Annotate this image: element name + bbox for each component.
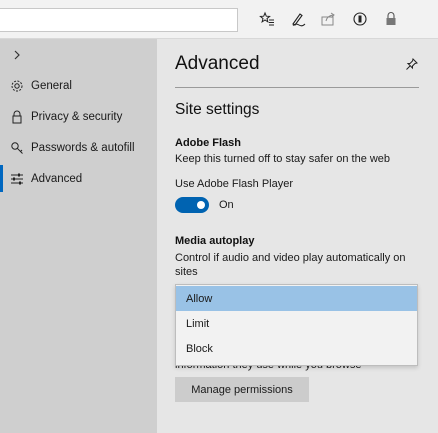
address-bar[interactable] — [0, 8, 238, 32]
flash-toggle-label: Use Adobe Flash Player — [175, 178, 294, 190]
pin-icon[interactable] — [404, 56, 420, 72]
reader-mode-icon[interactable] — [350, 9, 370, 29]
flash-heading: Adobe Flash — [175, 137, 242, 149]
settings-panel: Advanced Site settings Adobe Flash Keep … — [157, 39, 438, 433]
page-title: Advanced — [175, 53, 260, 74]
share-icon[interactable] — [318, 9, 338, 29]
autoplay-heading: Media autoplay — [175, 235, 255, 247]
gear-icon — [9, 78, 25, 94]
option-label: Allow — [186, 292, 213, 305]
sidebar-item-label: Passwords & autofill — [31, 141, 135, 154]
sidebar-item-label: General — [31, 79, 72, 92]
toggle-state-label: On — [219, 199, 234, 211]
chevron-right-icon[interactable] — [10, 48, 24, 62]
option-label: Block — [186, 342, 213, 355]
sidebar-item-advanced[interactable]: Advanced — [0, 163, 157, 194]
dropdown-option-block[interactable]: Block — [176, 336, 417, 361]
autoplay-description-line2: sites — [175, 266, 198, 278]
sidebar-item-privacy[interactable]: Privacy & security — [0, 101, 157, 132]
toggle-knob — [197, 201, 205, 209]
manage-permissions-button[interactable]: Manage permissions — [175, 377, 309, 402]
browser-toolbar — [0, 0, 438, 39]
option-label: Limit — [186, 317, 210, 330]
lock-icon — [9, 109, 25, 125]
favorites-star-icon[interactable] — [257, 9, 277, 29]
sidebar-item-general[interactable]: General — [0, 70, 157, 101]
flash-toggle[interactable] — [175, 197, 209, 213]
sidebar-item-passwords[interactable]: Passwords & autofill — [0, 132, 157, 163]
section-title: Site settings — [175, 101, 260, 118]
flash-description: Keep this turned off to stay safer on th… — [175, 153, 391, 165]
dropdown-option-limit[interactable]: Limit — [176, 311, 417, 336]
extension-icon[interactable] — [381, 9, 401, 29]
pen-icon[interactable] — [288, 9, 308, 29]
autoplay-description-line1: Control if audio and video play automati… — [175, 252, 406, 264]
dropdown-option-allow[interactable]: Allow — [176, 286, 417, 311]
sliders-icon — [9, 171, 25, 187]
key-icon — [9, 140, 25, 156]
sidebar-item-label: Privacy & security — [31, 110, 123, 123]
settings-sidebar: General Privacy & security Passwords & a… — [0, 39, 157, 433]
sidebar-item-label: Advanced — [31, 172, 83, 185]
autoplay-dropdown[interactable]: Allow Limit Block — [175, 284, 418, 366]
divider — [175, 87, 419, 88]
